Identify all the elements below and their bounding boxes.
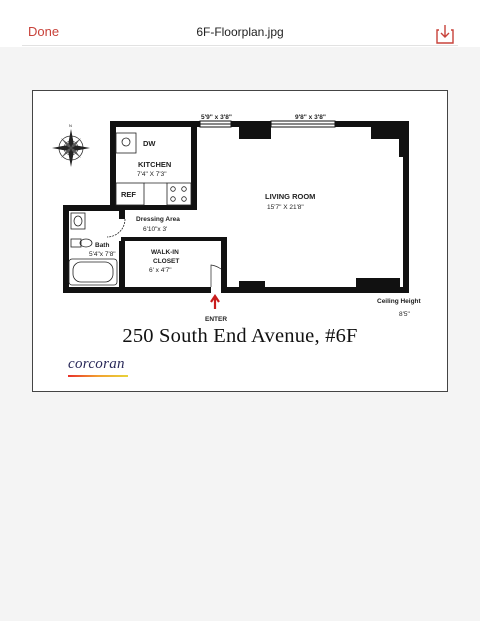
bath-name: Bath <box>95 242 109 249</box>
enter-label: ENTER <box>205 316 227 323</box>
ceiling-height-value: 8'5" <box>399 311 410 318</box>
brand-logo: corcoran <box>68 356 125 372</box>
kitchen-name: KITCHEN <box>138 160 171 169</box>
toolbar-divider <box>22 45 458 46</box>
closet-line2: CLOSET <box>153 258 179 265</box>
window-dims-right: 9'8" x 3'8" <box>295 114 326 121</box>
dressing-area-name: Dressing Area <box>136 216 180 223</box>
ref-label: REF <box>121 190 136 199</box>
closet-dims: 6' x 4'7" <box>149 267 172 274</box>
closet-line1: WALK-IN <box>151 249 179 256</box>
compass-rose-icon: N <box>52 123 90 167</box>
ceiling-height-label: Ceiling Height <box>377 298 422 305</box>
enter-arrow-icon <box>210 294 220 309</box>
bath-fixtures <box>68 212 126 286</box>
bath-dims: 5'4"x 7'8" <box>89 251 116 258</box>
file-name-title: 6F-Floorplan.jpg <box>196 25 284 39</box>
living-room-name: LIVING ROOM <box>265 192 315 201</box>
svg-text:N: N <box>69 123 72 128</box>
brand-logo-underline <box>68 375 128 377</box>
window-dims-left: 5'9" x 3'8" <box>201 114 232 121</box>
dressing-area-dims: 6'10"x 3' <box>143 226 167 233</box>
living-room-dims: 15'7" X 21'8" <box>267 204 304 211</box>
address-title: 250 South End Avenue, #6F <box>122 325 358 347</box>
dw-label: DW <box>143 139 156 148</box>
download-icon[interactable] <box>436 24 454 44</box>
viewer-toolbar: Done 6F-Floorplan.jpg <box>0 0 480 46</box>
closet-door <box>210 264 222 287</box>
kitchen-dims: 7'4" X 7'3" <box>137 171 167 178</box>
walls <box>63 121 409 293</box>
